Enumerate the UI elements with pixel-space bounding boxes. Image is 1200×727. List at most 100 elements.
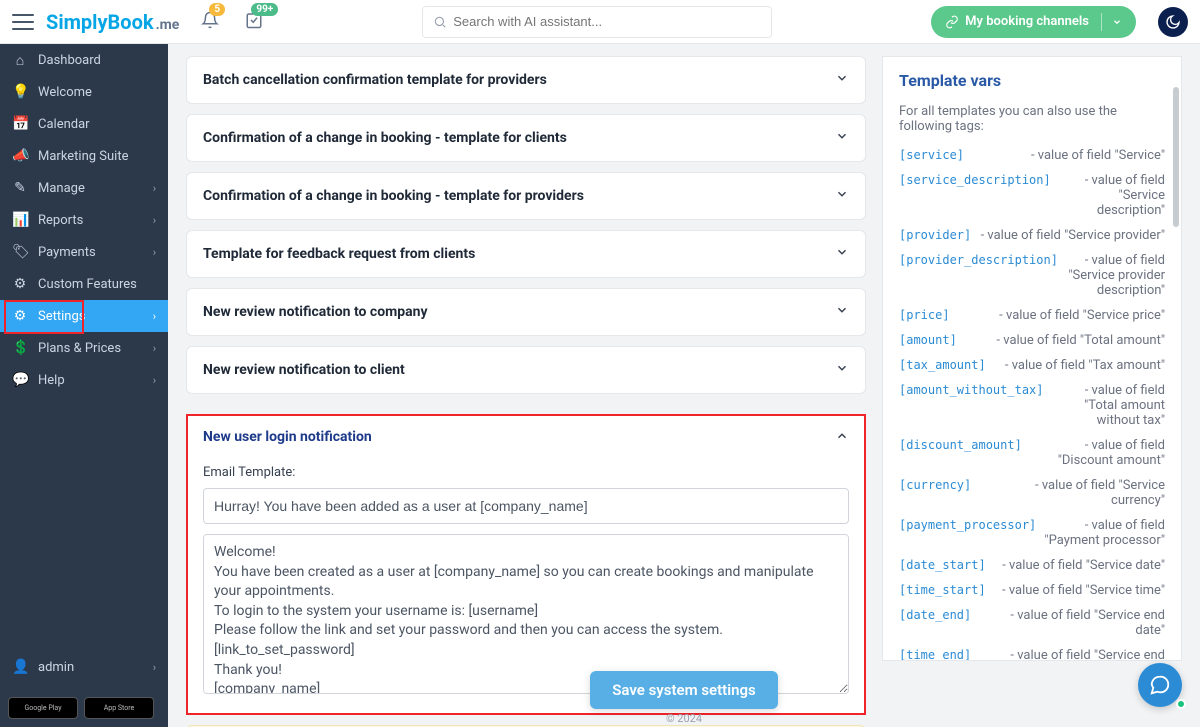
chevron-down-icon: [835, 71, 849, 89]
logo-text-1: Simply: [46, 10, 108, 34]
email-subject-input[interactable]: [203, 488, 849, 524]
sidebar-item-plans-prices[interactable]: 💲Plans & Prices›: [0, 332, 168, 364]
var-row: [service_description] - value of field "S…: [899, 173, 1165, 218]
accordion-title: Confirmation of a change in booking - te…: [203, 188, 584, 204]
chat-icon: [1149, 674, 1171, 696]
app-store-badges: Google Play App Store: [8, 697, 154, 719]
nav-label: Marketing Suite: [38, 149, 129, 164]
var-desc: - value of field "Tax amount": [994, 358, 1165, 373]
email-body-textarea[interactable]: [203, 534, 849, 694]
var-row: [provider]- value of field "Service prov…: [899, 228, 1165, 243]
sidebar-item-custom-features[interactable]: ⚙Custom Features: [0, 268, 168, 300]
vars-intro: For all templates you can also use the f…: [899, 104, 1165, 134]
accordion-item[interactable]: Batch cancellation confirmation template…: [186, 56, 866, 104]
accordion-item[interactable]: New review notification to company: [186, 288, 866, 336]
theme-toggle[interactable]: [1158, 7, 1188, 37]
expanded-header[interactable]: New user login notification: [187, 415, 865, 461]
var-row: [time_start]- value of field "Service ti…: [899, 583, 1165, 598]
sidebar: ⌂ Dashboard 💡Welcome📅Calendar 📣 Marketing Su…: [0, 44, 168, 727]
accordion-item[interactable]: Template for feedback request from clien…: [186, 230, 866, 278]
google-play-label: Google Play: [24, 705, 61, 712]
sidebar-item-welcome[interactable]: 💡Welcome: [0, 76, 168, 108]
sidebar-item-payments[interactable]: 🏷Payments›: [0, 236, 168, 268]
chevron-down-icon: [835, 361, 849, 379]
moon-icon: [1165, 14, 1181, 30]
nav-label: Dashboard: [38, 53, 101, 68]
accordion-item[interactable]: New review notification to client: [186, 346, 866, 394]
var-row: [discount_amount]- value of field "Disco…: [899, 438, 1165, 468]
logo[interactable]: SimplyBook.me: [46, 10, 179, 34]
nav-icon: 📣: [12, 148, 28, 164]
chevron-right-icon: ›: [153, 182, 156, 195]
search-box[interactable]: [422, 6, 772, 38]
var-desc: - value of field "Service description": [1059, 173, 1165, 218]
chat-online-dot: [1176, 699, 1186, 709]
chevron-right-icon: ›: [153, 310, 156, 323]
var-row: [time_end]- value of field "Service end …: [899, 648, 1165, 661]
content-row: Batch cancellation confirmation template…: [186, 56, 1182, 727]
sidebar-item-marketing-suite[interactable]: 📣 Marketing Suite: [0, 140, 168, 172]
var-tag: [date_end]: [899, 608, 971, 622]
sidebar-item-admin[interactable]: 👤 admin ›: [0, 651, 168, 683]
var-row: [payment_processor]- value of field "Pay…: [899, 518, 1165, 548]
expanded-title: New user login notification: [203, 429, 372, 447]
nav-icon: ⌂: [12, 52, 28, 69]
var-tag: [provider_description]: [899, 253, 1058, 267]
accordion-title: Template for feedback request from clien…: [203, 246, 475, 262]
var-desc: - value of field "Discount amount": [1030, 438, 1165, 468]
search-input[interactable]: [453, 14, 761, 29]
var-desc: - value of field "Service end time": [979, 648, 1165, 661]
var-desc: - value of field "Service": [972, 148, 1165, 163]
sidebar-item-reports[interactable]: 📊Reports›: [0, 204, 168, 236]
accordion-item[interactable]: Confirmation of a change in booking - te…: [186, 114, 866, 162]
logo-text-2: Book: [108, 10, 154, 34]
var-row: [price]- value of field "Service price": [899, 308, 1165, 323]
app-store-badge[interactable]: App Store: [84, 697, 154, 719]
nav-icon: 💬: [12, 372, 28, 388]
var-row: [date_start]- value of field "Service da…: [899, 558, 1165, 573]
search-icon: [433, 15, 447, 29]
var-row: [currency]- value of field "Service curr…: [899, 478, 1165, 508]
expanded-panel-wrap: New user login notification Email Templa…: [186, 414, 866, 715]
email-template-label: Email Template:: [203, 465, 849, 480]
sidebar-item-dashboard[interactable]: ⌂ Dashboard: [0, 44, 168, 76]
var-tag: [currency]: [899, 478, 971, 492]
accordion-item[interactable]: Confirmation of a change in booking - te…: [186, 172, 866, 220]
topbar: SimplyBook.me 5 99+ My booking channels: [0, 0, 1200, 44]
chat-button[interactable]: [1138, 663, 1182, 707]
chevron-up-icon: [835, 429, 849, 447]
accordion-title: New review notification to company: [203, 304, 428, 320]
admin-label: admin: [38, 660, 74, 675]
google-play-badge[interactable]: Google Play: [8, 697, 78, 719]
nav-label: Manage: [38, 181, 85, 196]
accordion-title: New review notification to client: [203, 362, 405, 378]
notifications-bell[interactable]: 5: [201, 11, 219, 33]
save-button[interactable]: Save system settings: [590, 671, 777, 709]
sidebar-item-calendar[interactable]: 📅Calendar: [0, 108, 168, 140]
footer-copyright: © 2024: [168, 710, 1200, 727]
vars-title: Template vars: [899, 71, 1165, 90]
booking-channels-button[interactable]: My booking channels: [931, 6, 1136, 38]
var-desc: - value of field "Total amount": [965, 333, 1165, 348]
bell-badge: 5: [209, 3, 225, 16]
hamburger-icon[interactable]: [12, 14, 34, 30]
chevron-down-icon: [835, 187, 849, 205]
var-tag: [amount_without_tax]: [899, 383, 1044, 397]
divider: [1101, 13, 1102, 31]
var-row: [provider_description]- value of field "…: [899, 253, 1165, 298]
chevron-right-icon: ›: [153, 374, 156, 387]
var-tag: [service_description]: [899, 173, 1051, 187]
scrollbar[interactable]: [1173, 87, 1179, 227]
var-desc: - value of field "Total amount without t…: [1052, 383, 1166, 428]
chevron-down-icon: [835, 129, 849, 147]
chevron-right-icon: ›: [153, 246, 156, 259]
sidebar-item-manage[interactable]: ✎Manage›: [0, 172, 168, 204]
nav-label: Payments: [38, 245, 96, 260]
var-tag: [amount]: [899, 333, 957, 347]
tasks-check[interactable]: 99+: [245, 11, 263, 33]
left-column: Batch cancellation confirmation template…: [186, 56, 866, 727]
var-tag: [time_start]: [899, 583, 986, 597]
sidebar-item-help[interactable]: 💬Help›: [0, 364, 168, 396]
var-tag: [date_start]: [899, 558, 986, 572]
sidebar-item-settings[interactable]: ⚙Settings›: [0, 300, 168, 332]
